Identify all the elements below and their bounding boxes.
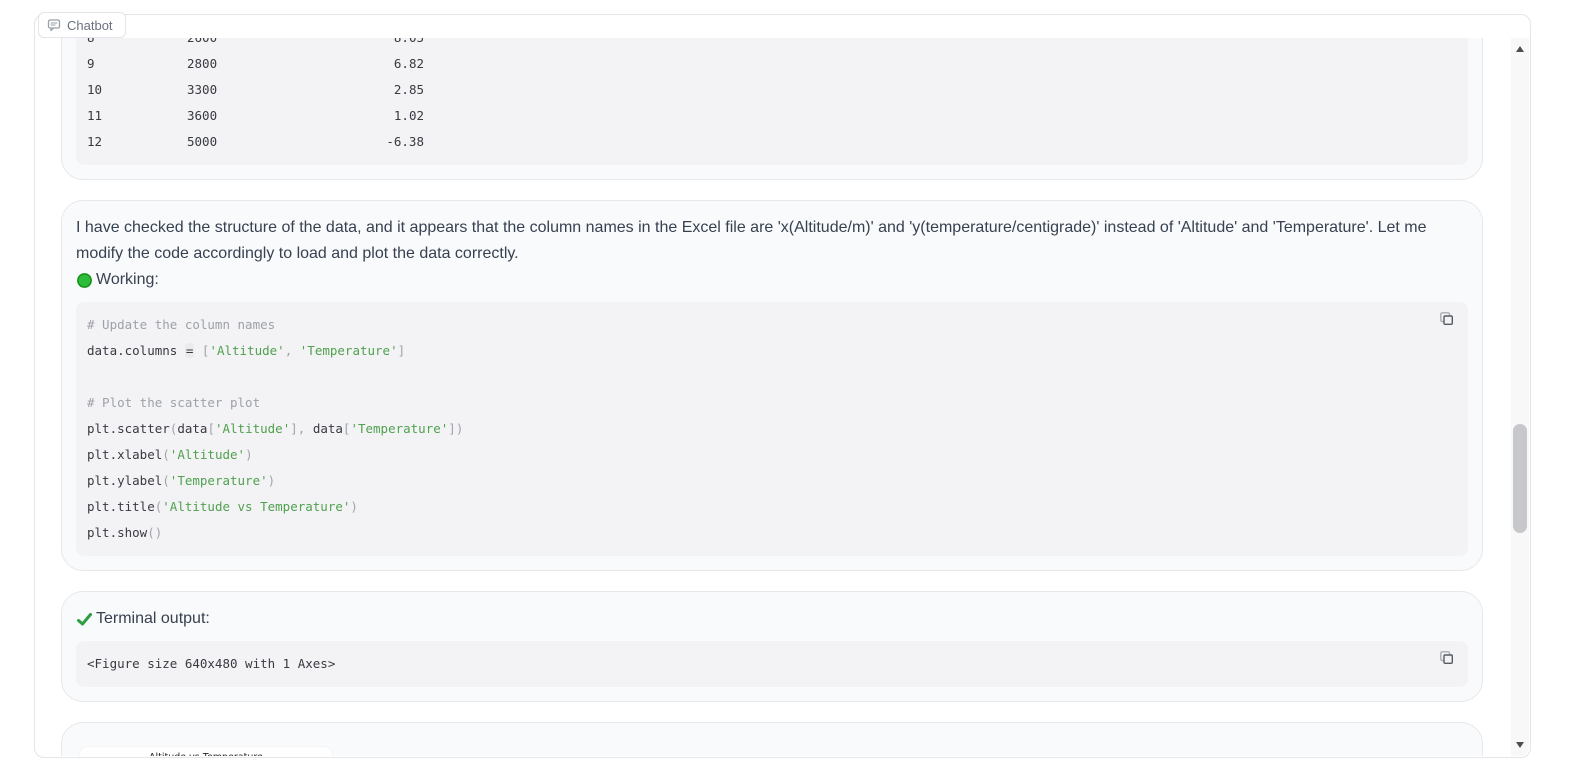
- chatbot-tab: Chatbot: [38, 12, 126, 38]
- copy-output-button[interactable]: [1438, 649, 1454, 665]
- vertical-scrollbar[interactable]: [1511, 38, 1529, 756]
- table-row: 826008.05: [87, 38, 1457, 51]
- copy-icon: [1439, 653, 1454, 668]
- terminal-output-label: Terminal output:: [96, 610, 210, 628]
- green-circle-icon: [76, 272, 93, 289]
- check-icon: [76, 611, 93, 628]
- scroll-down-icon[interactable]: [1516, 742, 1524, 748]
- bot-message-figure: Altitude vs Temperature: [61, 722, 1483, 756]
- working-label: Working:: [96, 271, 159, 289]
- chat-bubble-icon: [47, 18, 61, 32]
- chat-scroll-area[interactable]: 826008.05928006.821033002.851136001.0212…: [36, 38, 1529, 756]
- chatbot-panel: 826008.05928006.821033002.851136001.0212…: [34, 14, 1531, 758]
- python-code: # Update the column namesdata.columns = …: [87, 312, 1457, 546]
- terminal-status-row: Terminal output:: [76, 606, 1468, 632]
- scrollbar-thumb[interactable]: [1513, 424, 1527, 533]
- table-row: 928006.82: [87, 51, 1457, 77]
- copy-code-button[interactable]: [1438, 310, 1454, 326]
- bot-message-dataframe: 826008.05928006.821033002.851136001.0212…: [61, 38, 1483, 180]
- python-code-block: # Update the column namesdata.columns = …: [76, 302, 1468, 556]
- table-row: 1033002.85: [87, 77, 1457, 103]
- data-table: 826008.05928006.821033002.851136001.0212…: [87, 38, 1457, 155]
- working-status-row: Working:: [76, 267, 1468, 293]
- table-row: 1136001.02: [87, 103, 1457, 129]
- dataframe-code-block: 826008.05928006.821033002.851136001.0212…: [76, 38, 1468, 165]
- terminal-code-block: <Figure size 640x480 with 1 Axes>: [76, 641, 1468, 687]
- scatter-plot-image[interactable]: Altitude vs Temperature: [80, 747, 332, 756]
- chatbot-tab-label: Chatbot: [67, 18, 113, 33]
- copy-icon: [1439, 314, 1454, 329]
- table-row: 125000-6.38: [87, 129, 1457, 155]
- terminal-output-text: <Figure size 640x480 with 1 Axes>: [87, 651, 1457, 677]
- scroll-up-icon[interactable]: [1516, 46, 1524, 52]
- bot-message-analysis: I have checked the structure of the data…: [61, 200, 1483, 571]
- figure-title: Altitude vs Temperature: [80, 752, 332, 756]
- bot-message-terminal: Terminal output: <Figure size 640x480 wi…: [61, 591, 1483, 702]
- analysis-paragraph: I have checked the structure of the data…: [76, 215, 1468, 267]
